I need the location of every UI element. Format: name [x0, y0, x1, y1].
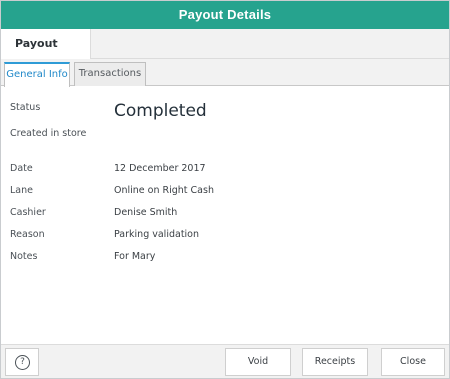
general-info-panel: Status Completed Created in store Date 1… — [1, 87, 449, 345]
created-in-store-label: Created in store — [10, 128, 87, 139]
notes-value: For Mary — [114, 251, 156, 262]
record-tab-strip: Payout 1789 — [1, 29, 449, 80]
payout-details-dialog: Payout Details Payout 1789 General Info … — [0, 0, 450, 379]
tab-transactions[interactable]: Transactions — [74, 62, 146, 86]
dialog-title: Payout Details — [1, 1, 449, 29]
help-button[interactable]: ? — [5, 348, 39, 376]
cashier-value: Denise Smith — [114, 207, 178, 218]
lane-value: Online on Right Cash — [114, 185, 214, 196]
dialog-footer: ? Void Receipts Close — [1, 344, 449, 378]
notes-label: Notes — [10, 251, 38, 262]
close-button[interactable]: Close — [381, 348, 445, 376]
tab-strip: General Info Transactions — [1, 59, 449, 87]
status-value: Completed — [114, 101, 207, 121]
reason-label: Reason — [10, 229, 45, 240]
tab-general-info[interactable]: General Info — [4, 62, 70, 87]
reason-value: Parking validation — [114, 229, 200, 240]
record-tab-payout[interactable]: Payout 1789 — [1, 29, 91, 80]
cashier-label: Cashier — [10, 207, 46, 218]
void-button[interactable]: Void — [225, 348, 291, 376]
lane-label: Lane — [10, 185, 33, 196]
date-label: Date — [10, 163, 33, 174]
question-circle-icon: ? — [15, 355, 30, 370]
date-value: 12 December 2017 — [114, 163, 206, 174]
status-label: Status — [10, 102, 41, 113]
receipts-button[interactable]: Receipts — [302, 348, 368, 376]
